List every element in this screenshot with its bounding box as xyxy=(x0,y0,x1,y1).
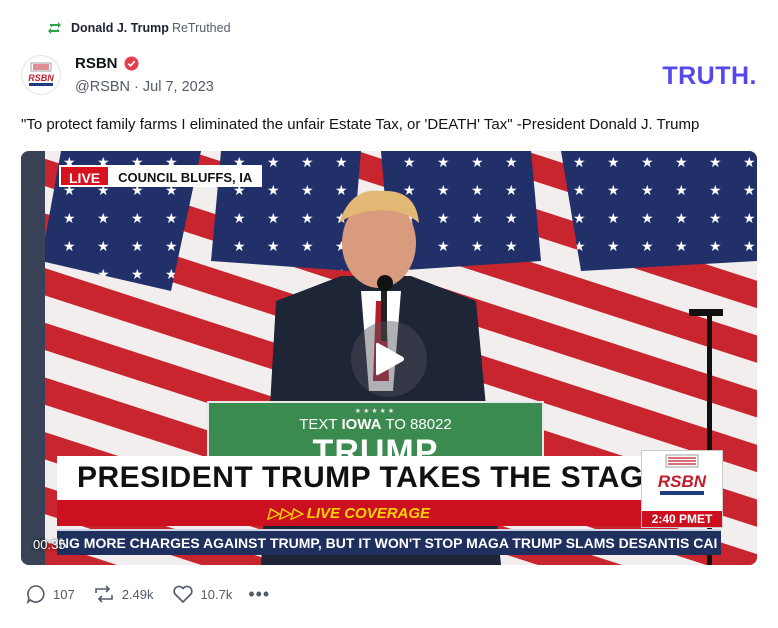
post-actions: 107 2.49k 10.7k ••• xyxy=(26,584,270,604)
svg-text:RSBN: RSBN xyxy=(28,73,54,83)
heart-icon xyxy=(172,584,194,604)
location-label: COUNCIL BLUFFS, IA xyxy=(108,165,263,187)
reply-count: 107 xyxy=(53,586,75,602)
truth-social-logo[interactable]: TRUTH. xyxy=(662,62,757,91)
live-badge: LIVE COUNCIL BLUFFS, IA xyxy=(59,165,263,187)
podium-stars: ★★★★★ xyxy=(354,408,397,415)
video-duration: 00:35 xyxy=(33,537,66,552)
author-display-name[interactable]: RSBN xyxy=(75,55,118,72)
avatar[interactable]: RSBN xyxy=(21,55,61,95)
more-options-button[interactable]: ••• xyxy=(248,585,270,603)
author-handle-date[interactable]: @RSBN · Jul 7, 2023 xyxy=(75,79,214,95)
news-headline: PRESIDENT TRUMP TAKES THE STAGE xyxy=(57,456,664,500)
retruth-user-link[interactable]: Donald J. Trump xyxy=(71,21,169,35)
headline-text: PRESIDENT TRUMP TAKES THE STAGE xyxy=(77,461,665,494)
retruth-button[interactable]: 2.49k xyxy=(93,584,154,604)
retruth-indicator: Donald J. Trump ReTruthed xyxy=(47,18,231,38)
live-label: LIVE xyxy=(59,165,109,187)
play-icon xyxy=(372,340,406,378)
reply-button[interactable]: 107 xyxy=(26,584,75,604)
verified-badge-icon xyxy=(123,56,139,71)
post-text: "To protect family farms I eliminated th… xyxy=(21,116,700,133)
network-bug: RSBN 2:40 PMET xyxy=(641,450,723,528)
play-button[interactable] xyxy=(351,321,427,397)
broadcast-time: 2:40 PMET xyxy=(642,511,722,527)
podium-text-line1: TEXT IOWA TO 88022 xyxy=(299,416,452,433)
video-player[interactable]: ★ LIVE COUNCIL BLUFFS, IA ★★★★★ TEXT IOW… xyxy=(21,151,757,565)
like-button[interactable]: 10.7k xyxy=(172,584,233,604)
news-ticker: ING MORE CHARGES AGAINST TRUMP, BUT IT W… xyxy=(57,529,721,555)
live-coverage-bar: ▷▷▷ LIVE COVERAGE xyxy=(57,500,641,526)
like-count: 10.7k xyxy=(200,586,233,602)
post-author: RSBN @RSBN · Jul 7, 2023 xyxy=(75,55,214,95)
svg-text:RSBN: RSBN xyxy=(658,472,707,491)
retruth-action-icon xyxy=(93,584,115,604)
rsbn-logo-icon: RSBN xyxy=(658,454,707,495)
retruth-count: 2.49k xyxy=(121,586,154,602)
reply-icon xyxy=(26,584,46,604)
ticker-text: ING MORE CHARGES AGAINST TRUMP, BUT IT W… xyxy=(57,535,718,551)
live-coverage-text: ▷▷▷ LIVE COVERAGE xyxy=(267,505,431,522)
retruth-label: ReTruthed xyxy=(171,21,231,35)
retruth-icon xyxy=(47,21,62,35)
